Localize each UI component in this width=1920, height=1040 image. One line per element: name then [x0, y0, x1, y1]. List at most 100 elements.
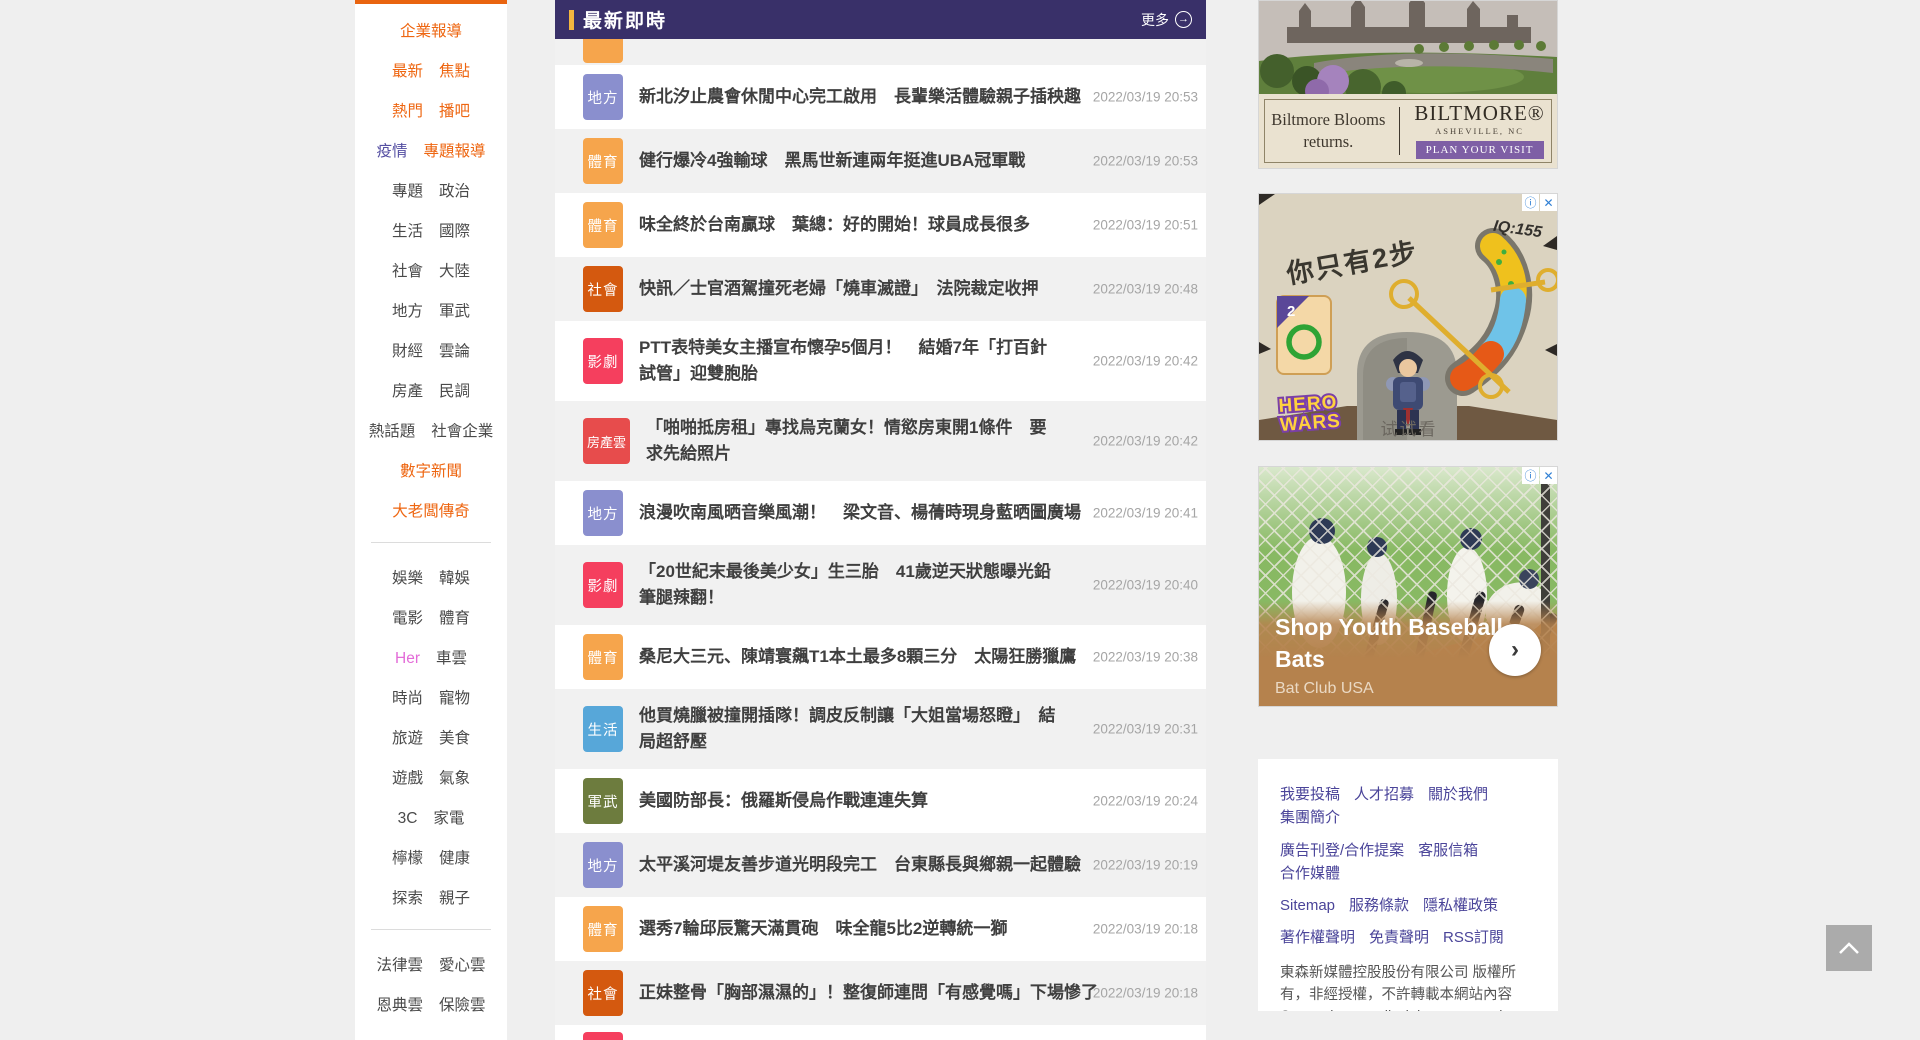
news-title[interactable]: 他買燒臘被撞開插隊！調皮反制讓「大姐當場怒瞪」 結局超舒壓 [639, 703, 1056, 756]
sidebar-item[interactable]: 社會企業 [431, 422, 493, 442]
sidebar-item[interactable]: 熱話題 [369, 422, 416, 442]
sidebar-item[interactable]: 美食 [439, 729, 470, 749]
sidebar-item[interactable]: 社會 [392, 262, 423, 282]
sidebar-item[interactable]: 時尚 [392, 689, 423, 709]
sidebar-item[interactable]: 地方 [392, 302, 423, 322]
ad-bat-club[interactable]: Shop Youth Baseball Bats Bat Club USA › … [1258, 466, 1558, 707]
category-badge[interactable]: 影劇 [583, 338, 623, 384]
footer-link[interactable]: 我要投稿 [1280, 783, 1340, 806]
news-row[interactable]: 體育味全終於台南贏球 葉總：好的開始！球員成長很多2022/03/19 20:5… [555, 193, 1206, 257]
news-title[interactable]: 味全終於台南贏球 葉總：好的開始！球員成長很多 [639, 212, 1030, 238]
category-badge[interactable]: 影劇 [583, 562, 623, 608]
category-badge[interactable]: 地方 [583, 490, 623, 536]
category-badge[interactable]: 體育 [583, 138, 623, 184]
sidebar-item[interactable]: 民調 [439, 382, 470, 402]
sidebar-item[interactable]: 疫情 [376, 142, 407, 162]
category-badge[interactable]: 房產雲 [583, 418, 630, 464]
sidebar-item[interactable]: 健康 [439, 849, 470, 869]
sidebar-item[interactable]: 熱門 [392, 102, 423, 122]
sidebar-item[interactable]: 房產 [392, 382, 423, 402]
sidebar-item[interactable]: 車雲 [436, 649, 467, 669]
news-title[interactable]: 「20世紀末最後美少女」生三胎 41歲逆天狀態曝光鉛筆腿辣翻！ [639, 559, 1056, 612]
footer-link[interactable]: 隱私權政策 [1423, 894, 1498, 917]
sidebar-item[interactable]: 播吧 [439, 102, 470, 122]
sidebar-item[interactable]: 政治 [439, 182, 470, 202]
ad-biltmore[interactable]: Biltmore Blooms returns. BILTMORE® ASHEV… [1258, 0, 1558, 169]
sidebar-item[interactable]: 最新 [392, 62, 423, 82]
news-title[interactable]: PTT表特美女主播宣布懷孕5個月！ 結婚7年「打百針試管」迎雙胞胎 [639, 335, 1056, 388]
sidebar-item[interactable]: 雲論 [439, 342, 470, 362]
ad-hero-wars[interactable]: ⓘ ✕ [1258, 193, 1558, 441]
sidebar-item[interactable]: 體育 [439, 609, 470, 629]
news-title[interactable]: 「啪啪抵房租」專找烏克蘭女！情慾房東開1條件 要求先給照片 [646, 415, 1056, 468]
category-badge[interactable]: 體育 [583, 202, 623, 248]
sidebar-item[interactable]: Her [395, 649, 420, 669]
news-row[interactable]: 社會快訊／士官酒駕撞死老婦「燒車滅證」 法院裁定收押2022/03/19 20:… [555, 257, 1206, 321]
sidebar-item[interactable]: 家電 [433, 809, 464, 829]
category-badge[interactable]: 社會 [583, 970, 623, 1016]
news-row[interactable]: 社會正妹整骨「胸部濕濕的」！整復師連問「有感覺嗎」下場慘了2022/03/19 … [555, 961, 1206, 1025]
category-badge[interactable]: 生活 [583, 706, 623, 752]
footer-link[interactable]: 人才招募 [1354, 783, 1414, 806]
news-row[interactable]: 影劇PTT表特美女主播宣布懷孕5個月！ 結婚7年「打百針試管」迎雙胞胎2022/… [555, 321, 1206, 401]
news-title[interactable]: 太平溪河堤友善步道光明段完工 台東縣長與鄉親一起體驗 [639, 852, 1081, 878]
footer-link[interactable]: 服務條款 [1349, 894, 1409, 917]
sidebar-item[interactable]: 探索 [392, 889, 423, 909]
sidebar-item[interactable]: 法律雲 [376, 956, 423, 976]
footer-link[interactable]: Sitemap [1280, 894, 1335, 917]
sidebar-item[interactable]: 愛心雲 [439, 956, 486, 976]
sidebar-item[interactable]: 電影 [392, 609, 423, 629]
sidebar-item[interactable]: 軍武 [439, 302, 470, 322]
category-badge[interactable]: 體育 [583, 634, 623, 680]
footer-link[interactable]: 集團簡介 [1280, 806, 1340, 829]
category-badge[interactable]: 地方 [583, 74, 623, 120]
news-row[interactable]: 房產雲「啪啪抵房租」專找烏克蘭女！情慾房東開1條件 要求先給照片2022/03/… [555, 401, 1206, 481]
sidebar-item[interactable]: 生活 [392, 222, 423, 242]
sidebar-item[interactable]: 韓娛 [439, 569, 470, 589]
more-link[interactable]: 更多 → [1141, 10, 1192, 30]
news-title[interactable]: 快訊／士官酒駕撞死老婦「燒車滅證」 法院裁定收押 [639, 276, 1039, 302]
sidebar-item[interactable]: 數字新聞 [400, 462, 462, 482]
news-title[interactable]: 選秀7輪邱辰驚天滿貫砲 味全龍5比2逆轉統一獅 [639, 916, 1007, 942]
category-badge[interactable]: 地方 [583, 842, 623, 888]
sidebar-item[interactable]: 國際 [439, 222, 470, 242]
news-row[interactable]: 生活他買燒臘被撞開插隊！調皮反制讓「大姐當場怒瞪」 結局超舒壓2022/03/1… [555, 689, 1206, 769]
news-row[interactable]: 地方太平溪河堤友善步道光明段完工 台東縣長與鄉親一起體驗2022/03/19 2… [555, 833, 1206, 897]
footer-link[interactable]: 免責聲明 [1369, 926, 1429, 949]
news-title[interactable]: 新北汐止農會休閒中心完工啟用 長輩樂活體驗親子插秧趣 [639, 84, 1081, 110]
ad-arrow-button[interactable]: › [1489, 624, 1541, 676]
plan-your-visit-button[interactable]: PLAN YOUR VISIT [1416, 141, 1544, 159]
sidebar-item[interactable]: 恩典雲 [376, 996, 423, 1016]
footer-link[interactable]: 廣告刊登/合作提案 [1280, 839, 1404, 862]
ad-close-icon[interactable]: ✕ [1540, 467, 1557, 484]
sidebar-item[interactable]: 氣象 [439, 769, 470, 789]
sidebar-item[interactable]: 遊戲 [392, 769, 423, 789]
sidebar-item[interactable]: 旅遊 [392, 729, 423, 749]
sidebar-item[interactable]: 寵物 [439, 689, 470, 709]
news-row[interactable]: 體育桑尼大三元、陳靖寰飆T1本土最多8顆三分 太陽狂勝獵鷹2022/03/19 … [555, 625, 1206, 689]
sidebar-item[interactable]: 企業報導 [400, 22, 462, 42]
category-badge[interactable]: 社會 [583, 266, 623, 312]
news-row[interactable]: 影劇「20世紀末最後美少女」生三胎 41歲逆天狀態曝光鉛筆腿辣翻！2022/03… [555, 545, 1206, 625]
footer-link[interactable]: 著作權聲明 [1280, 926, 1355, 949]
sidebar-item[interactable]: 大陸 [439, 262, 470, 282]
sidebar-item[interactable]: 大老闆傳奇 [392, 502, 470, 522]
sidebar-item[interactable]: 焦點 [439, 62, 470, 82]
news-title[interactable]: 正妹整骨「胸部濕濕的」！整復師連問「有感覺嗎」下場慘了 [639, 980, 1098, 1006]
category-badge[interactable]: 軍武 [583, 778, 623, 824]
news-row[interactable]: 體育健行爆冷4強輸球 黑馬世新連兩年挺進UBA冠軍戰2022/03/19 20:… [555, 129, 1206, 193]
sidebar-item[interactable]: 專題報導 [424, 142, 486, 162]
adchoices-icon[interactable]: ⓘ [1522, 467, 1539, 484]
footer-link[interactable]: 關於我們 [1428, 783, 1488, 806]
hero-wars-cta[interactable]: 试试看 [1381, 420, 1438, 439]
sidebar-item[interactable]: 專題 [392, 182, 423, 202]
category-badge[interactable]: 體育 [583, 906, 623, 952]
footer-link[interactable]: RSS訂閱 [1443, 926, 1504, 949]
footer-link[interactable]: 合作媒體 [1280, 862, 1340, 885]
sidebar-item[interactable]: 財經 [392, 342, 423, 362]
news-title[interactable]: 健行爆冷4強輸球 黑馬世新連兩年挺進UBA冠軍戰 [639, 148, 1025, 174]
sidebar-item[interactable]: 娛樂 [392, 569, 423, 589]
news-title[interactable]: 美國防部長：俄羅斯侵烏作戰連連失算 [639, 788, 928, 814]
sidebar-item[interactable]: 親子 [439, 889, 470, 909]
sidebar-item[interactable]: 保險雲 [439, 996, 486, 1016]
